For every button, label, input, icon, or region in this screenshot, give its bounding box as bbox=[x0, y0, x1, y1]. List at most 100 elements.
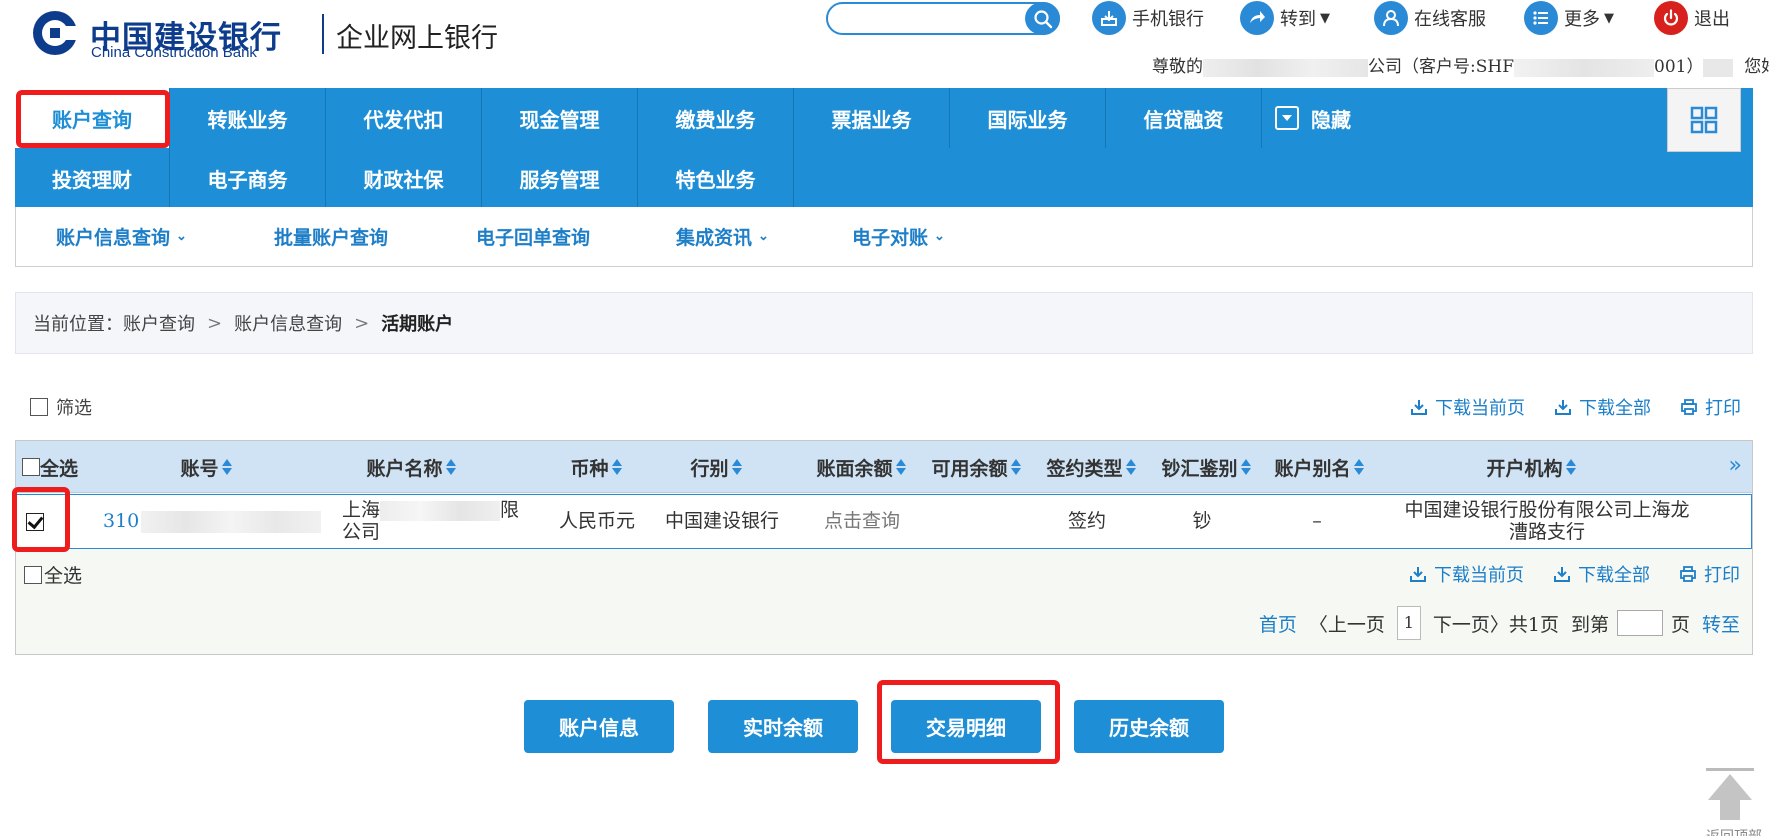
account-number-cell[interactable]: 310 bbox=[103, 495, 333, 548]
customer-service-link[interactable]: 在线客服 bbox=[1374, 0, 1486, 36]
download-current-page-button[interactable]: 下载当前页 bbox=[1411, 394, 1525, 420]
col-book-balance[interactable]: 账面余额 bbox=[801, 441, 921, 493]
col-currency-label: 币种 bbox=[570, 457, 609, 480]
pagination: 首页 〈上一页 1 下一页〉 共1页 到第 页 转至 bbox=[1259, 605, 1740, 641]
col-bank[interactable]: 行别 bbox=[666, 441, 766, 493]
account-info-button[interactable]: 账户信息 bbox=[524, 700, 674, 753]
nav-investment[interactable]: 投资理财 bbox=[15, 148, 170, 208]
col-alias[interactable]: 账户别名 bbox=[1259, 441, 1379, 493]
row-select-cell[interactable] bbox=[23, 495, 47, 548]
print-button[interactable]: 打印 bbox=[1681, 394, 1741, 420]
nav-featured[interactable]: 特色业务 bbox=[638, 148, 794, 208]
account-name-part3: 公司 bbox=[342, 520, 381, 543]
nav-account-query[interactable]: 账户查询 bbox=[15, 88, 170, 148]
account-number[interactable]: 310 bbox=[103, 510, 139, 533]
nav-ecommerce[interactable]: 电子商务 bbox=[170, 148, 326, 208]
ccb-logo-icon bbox=[33, 11, 82, 55]
table-row[interactable]: 310 上海 限 公司 人民币元 中国建设银行 点击查询 签约 钞 – 中国建设银… bbox=[16, 494, 1752, 549]
transaction-detail-button[interactable]: 交易明细 bbox=[891, 700, 1041, 753]
breadcrumb-item-account-info[interactable]: 账户信息查询 bbox=[234, 310, 342, 336]
power-icon bbox=[1654, 1, 1688, 35]
sort-icon bbox=[611, 459, 622, 475]
col-cash-type-label: 钞汇鉴别 bbox=[1161, 457, 1238, 480]
nav-social-security[interactable]: 财政社保 bbox=[326, 148, 482, 208]
welcome-suffix: 您好! bbox=[1744, 57, 1769, 77]
cash-type-cell: 钞 bbox=[1192, 509, 1212, 532]
col-sign-type[interactable]: 签约类型 bbox=[1031, 441, 1151, 493]
nav-hide-toggle[interactable]: 隐藏 bbox=[1275, 88, 1351, 148]
mobile-bank-link[interactable]: 手机银行 bbox=[1092, 0, 1204, 36]
bank-cell: 中国建设银行 bbox=[664, 509, 779, 532]
col-bank-label: 行别 bbox=[690, 457, 729, 480]
col-account-name[interactable]: 账户名称 bbox=[336, 441, 486, 493]
subnav-account-info-label: 账户信息查询 bbox=[56, 226, 171, 249]
back-to-top-button[interactable]: 返回顶部 bbox=[1700, 762, 1762, 836]
prev-page-link[interactable]: 〈上一页 bbox=[1309, 610, 1385, 637]
redacted-company bbox=[1203, 58, 1368, 77]
print-button[interactable]: 打印 bbox=[1680, 561, 1740, 587]
col-cash-type[interactable]: 钞汇鉴别 bbox=[1146, 441, 1266, 493]
select-all-label: 全选 bbox=[40, 457, 79, 480]
goto-menu[interactable]: 转到 ▼ bbox=[1240, 0, 1330, 36]
nav-transfer[interactable]: 转账业务 bbox=[170, 88, 326, 148]
col-alias-label: 账户别名 bbox=[1274, 457, 1351, 480]
branch-line2: 漕路支行 bbox=[1508, 520, 1585, 543]
logout-label: 退出 bbox=[1694, 9, 1730, 30]
goto-page-input[interactable] bbox=[1616, 610, 1663, 636]
select-all-bottom[interactable]: 全选 bbox=[24, 561, 82, 588]
printer-icon bbox=[1681, 399, 1697, 415]
welcome-message: 尊敬的 公司（客户号:SHF 001） 您好! bbox=[1152, 52, 1769, 77]
col-account-no[interactable]: 账号 bbox=[146, 441, 266, 493]
row-checkbox[interactable] bbox=[26, 512, 44, 531]
goto-icon bbox=[1240, 1, 1274, 35]
select-all-bottom-checkbox[interactable] bbox=[24, 565, 42, 584]
nav-payroll[interactable]: 代发代扣 bbox=[326, 88, 482, 148]
col-branch[interactable]: 开户机构 bbox=[1466, 441, 1596, 493]
download-all-button[interactable]: 下载全部 bbox=[1555, 394, 1651, 420]
logout-button[interactable]: 退出 bbox=[1654, 0, 1730, 36]
breadcrumb-prefix: 当前位置： bbox=[33, 314, 123, 335]
col-account-name-label: 账户名称 bbox=[366, 457, 443, 480]
col-available-balance[interactable]: 可用余额 bbox=[916, 441, 1036, 493]
current-page-indicator: 1 bbox=[1396, 606, 1421, 640]
breadcrumb-item-account-query[interactable]: 账户查询 bbox=[123, 310, 195, 336]
search-button[interactable] bbox=[1025, 2, 1060, 35]
search-input[interactable] bbox=[826, 2, 1060, 35]
sign-type-cell: 签约 bbox=[1067, 509, 1106, 532]
nav-notes[interactable]: 票据业务 bbox=[794, 88, 950, 148]
grid-icon bbox=[1690, 106, 1718, 134]
nav-cash-management[interactable]: 现金管理 bbox=[482, 88, 638, 148]
download-icon bbox=[1555, 400, 1571, 415]
bank-logo[interactable]: 中国建设银行 China Construction Bank 企业网上银行 bbox=[30, 8, 500, 61]
more-menu[interactable]: 更多 ▼ bbox=[1524, 0, 1614, 36]
filter-checkbox[interactable] bbox=[30, 398, 48, 416]
select-all-checkbox[interactable] bbox=[22, 458, 40, 476]
welcome-customer-id-end: 001） bbox=[1654, 57, 1704, 77]
col-currency[interactable]: 币种 bbox=[556, 441, 636, 493]
bank-name-en: China Construction Bank bbox=[91, 44, 257, 61]
expand-columns-icon[interactable]: » bbox=[1729, 453, 1742, 478]
nav-bill-payment[interactable]: 缴费业务 bbox=[638, 88, 794, 148]
history-balance-button[interactable]: 历史余额 bbox=[1074, 700, 1224, 753]
first-page-link[interactable]: 首页 bbox=[1259, 610, 1297, 637]
filter-toggle[interactable]: 筛选 bbox=[30, 394, 92, 420]
branch-line1: 中国建设银行股份有限公司上海龙 bbox=[1404, 498, 1690, 521]
nav-credit[interactable]: 信贷融资 bbox=[1106, 88, 1262, 148]
book-balance-query-link[interactable]: 点击查询 bbox=[802, 495, 922, 548]
download-current-page-button[interactable]: 下载当前页 bbox=[1410, 561, 1524, 587]
nav-international[interactable]: 国际业务 bbox=[950, 88, 1106, 148]
subnav-reconciliation[interactable]: 电子对账 ⌄ bbox=[852, 207, 945, 265]
logo-divider bbox=[322, 14, 324, 54]
breadcrumb: 当前位置： 账户查询 > 账户信息查询 > 活期账户 bbox=[15, 292, 1753, 354]
subnav-batch-query[interactable]: 批量账户查询 bbox=[274, 207, 388, 265]
select-all-header[interactable]: 全选 bbox=[22, 441, 78, 493]
subnav-integrated-info[interactable]: 集成资讯 ⌄ bbox=[676, 207, 769, 265]
app-grid-button[interactable] bbox=[1667, 88, 1741, 152]
next-page-link[interactable]: 下一页〉 bbox=[1433, 610, 1509, 637]
realtime-balance-button[interactable]: 实时余额 bbox=[708, 700, 858, 753]
subnav-account-info[interactable]: 账户信息查询 ⌄ bbox=[56, 207, 187, 265]
nav-service-management[interactable]: 服务管理 bbox=[482, 148, 638, 208]
download-all-button[interactable]: 下载全部 bbox=[1554, 561, 1650, 587]
goto-page-button[interactable]: 转至 bbox=[1702, 610, 1740, 637]
subnav-receipt-query[interactable]: 电子回单查询 bbox=[476, 207, 590, 265]
